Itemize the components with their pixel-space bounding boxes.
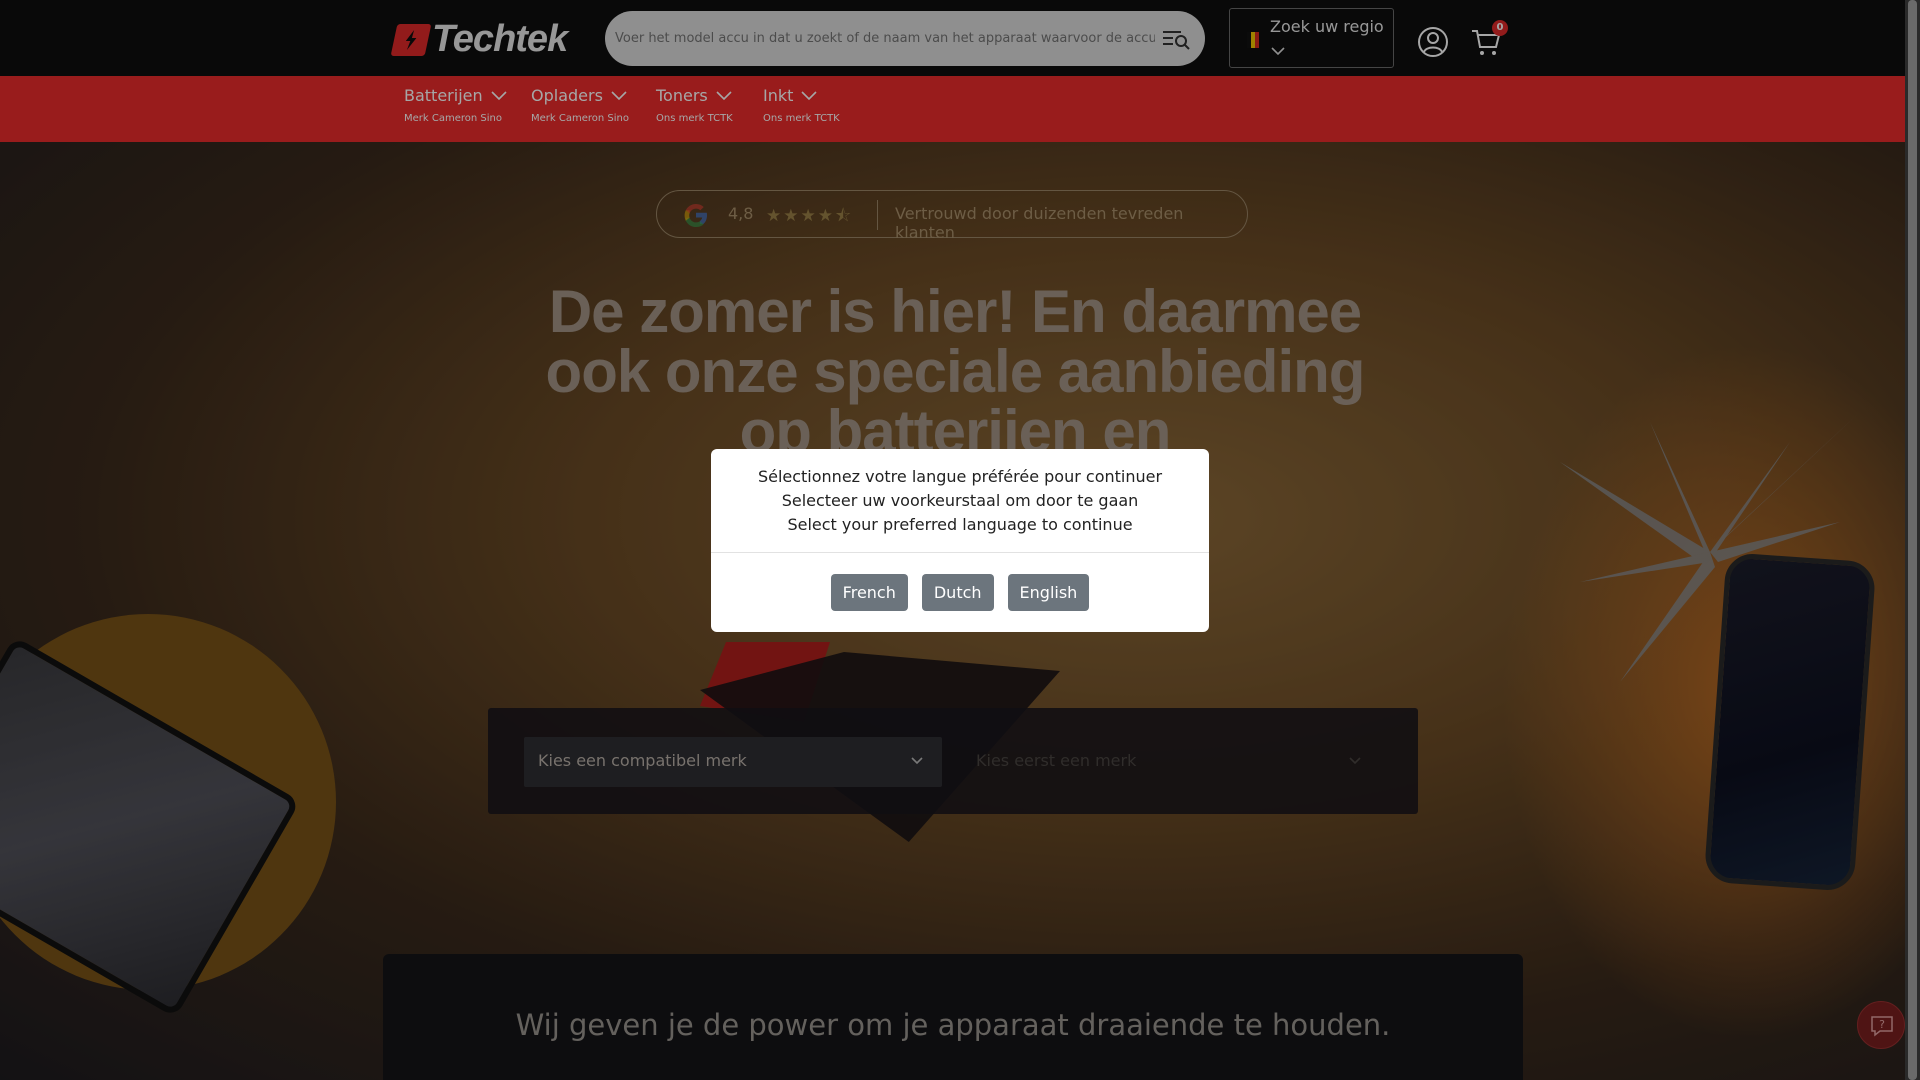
page-scrollbar[interactable] <box>1905 0 1920 1080</box>
scrollbar-thumb[interactable] <box>1908 0 1917 1080</box>
french-button[interactable]: French <box>830 574 908 611</box>
language-buttons: French Dutch English <box>711 574 1209 611</box>
language-prompt: Sélectionnez votre langue préférée pour … <box>711 465 1209 537</box>
prompt-french: Sélectionnez votre langue préférée pour … <box>757 467 1163 486</box>
language-modal: Sélectionnez votre langue préférée pour … <box>711 449 1209 632</box>
prompt-english: Select your preferred language to contin… <box>787 515 1133 534</box>
modal-divider <box>711 552 1209 553</box>
dutch-button[interactable]: Dutch <box>921 574 994 611</box>
english-button[interactable]: English <box>1007 574 1090 611</box>
prompt-dutch: Selecteer uw voorkeurstaal om door te ga… <box>781 491 1139 510</box>
